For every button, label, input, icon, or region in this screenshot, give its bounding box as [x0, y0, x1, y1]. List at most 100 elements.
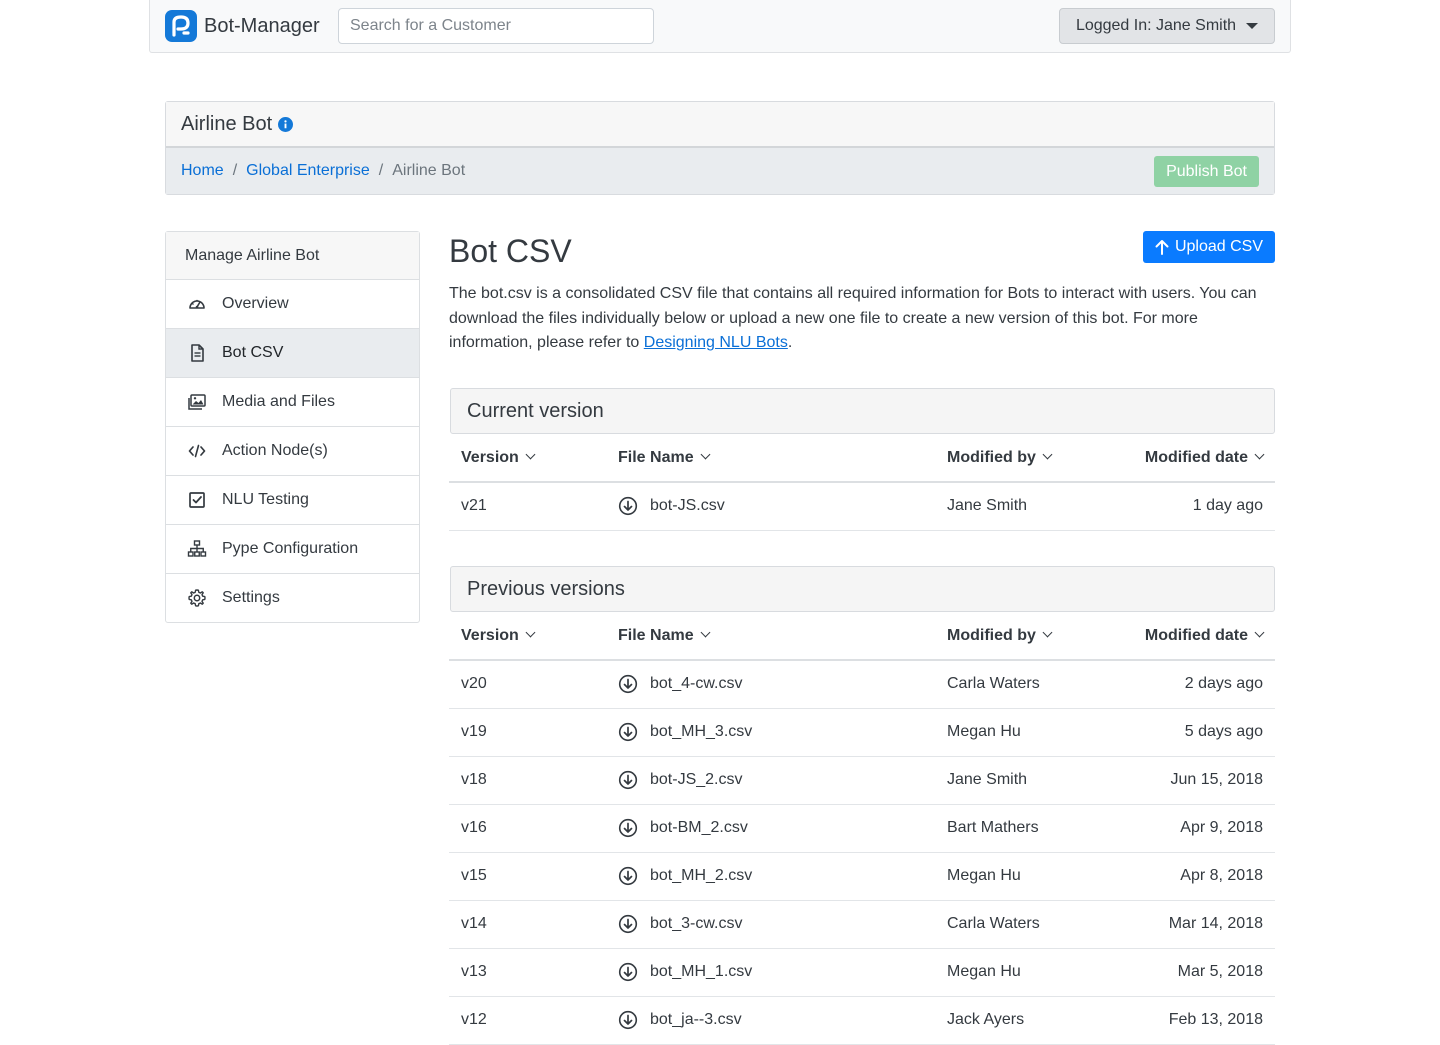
download-icon[interactable]: [618, 962, 638, 982]
file-name-link[interactable]: bot-JS_2.csv: [650, 771, 742, 789]
bot-header-card: Airline Bot Home / Global Enterprise / A…: [165, 101, 1275, 195]
table-row: v20 bot_4-cw.csv Carla Waters 2 days ago: [449, 660, 1275, 709]
sidebar-item-media-and-files[interactable]: Media and Files: [166, 378, 419, 427]
file-name-cell: bot_MH_3.csv: [606, 708, 935, 757]
chevron-down-icon: [525, 627, 536, 638]
version-cell: v15: [449, 852, 606, 901]
table-row: v18 bot-JS_2.csv Jane Smith Jun 15, 2018: [449, 756, 1275, 805]
modified-date-cell: Apr 8, 2018: [1125, 852, 1275, 901]
bot-manager-logo-icon: [165, 10, 197, 42]
previous-versions-table: Version File Name Modified by Modified d…: [449, 613, 1275, 1045]
version-cell: v21: [449, 482, 606, 531]
sidebar-item-label: Action Node(s): [222, 442, 328, 459]
breadcrumb-current: Airline Bot: [392, 162, 466, 179]
modified-by-cell: Carla Waters: [935, 900, 1125, 949]
current-version-heading: Current version: [450, 388, 1275, 434]
gear-icon: [188, 589, 206, 607]
download-icon[interactable]: [618, 914, 638, 934]
file-name-cell: bot_MH_2.csv: [606, 852, 935, 901]
version-cell: v12: [449, 996, 606, 1045]
sidebar-item-label: NLU Testing: [222, 491, 309, 508]
sidebar-item-label: Media and Files: [222, 393, 335, 410]
column-header-file-name[interactable]: File Name: [606, 435, 935, 483]
table-row: v21 bot-JS.csv Jane Smith 1 day ago: [449, 482, 1275, 531]
file-name-link[interactable]: bot_4-cw.csv: [650, 675, 742, 693]
sitemap-icon: [187, 540, 207, 557]
breadcrumb-home[interactable]: Home: [181, 162, 224, 180]
download-icon[interactable]: [618, 674, 638, 694]
modified-by-cell: Megan Hu: [935, 708, 1125, 757]
sidebar-item-pype-configuration[interactable]: Pype Configuration: [166, 525, 419, 574]
version-cell: v18: [449, 756, 606, 805]
column-header-modified-by[interactable]: Modified by: [935, 613, 1125, 661]
download-icon[interactable]: [618, 866, 638, 886]
caret-down-icon: [1246, 23, 1259, 29]
arrow-up-icon: [1155, 240, 1169, 255]
column-header-version[interactable]: Version: [449, 435, 606, 483]
download-icon[interactable]: [618, 818, 638, 838]
column-header-modified-date[interactable]: Modified date: [1125, 435, 1275, 483]
file-name-link[interactable]: bot_MH_2.csv: [650, 867, 752, 885]
table-row: v15 bot_MH_2.csv Megan Hu Apr 8, 2018: [449, 852, 1275, 901]
version-cell: v19: [449, 708, 606, 757]
file-name-link[interactable]: bot_MH_1.csv: [650, 963, 752, 981]
modified-by-cell: Jane Smith: [935, 482, 1125, 531]
sidebar-item-settings[interactable]: Settings: [166, 574, 419, 622]
table-row: v16 bot-BM_2.csv Bart Mathers Apr 9, 2018: [449, 804, 1275, 853]
user-menu-button[interactable]: Logged In: Jane Smith: [1059, 8, 1275, 44]
upload-csv-label: Upload CSV: [1174, 238, 1264, 255]
page-title: Bot CSV: [449, 233, 572, 269]
chevron-down-icon: [700, 627, 711, 638]
modified-date-cell: Mar 5, 2018: [1125, 948, 1275, 997]
file-name-cell: bot-JS.csv: [606, 482, 935, 531]
customer-search-input[interactable]: [338, 8, 654, 44]
modified-by-cell: Carla Waters: [935, 660, 1125, 709]
document-icon: [191, 344, 204, 362]
sidebar-item-bot-csv[interactable]: Bot CSV: [166, 329, 419, 378]
sidebar-item-action-nodes[interactable]: Action Node(s): [166, 427, 419, 476]
version-cell: v16: [449, 804, 606, 853]
modified-by-cell: Jack Ayers: [935, 996, 1125, 1045]
download-icon[interactable]: [618, 770, 638, 790]
chevron-down-icon: [1042, 627, 1053, 638]
column-header-file-name[interactable]: File Name: [606, 613, 935, 661]
info-icon[interactable]: [278, 116, 294, 132]
file-name-link[interactable]: bot-JS.csv: [650, 497, 725, 515]
sidebar-item-nlu-testing[interactable]: NLU Testing: [166, 476, 419, 525]
description-end: .: [787, 334, 793, 351]
download-icon[interactable]: [618, 496, 638, 516]
download-icon[interactable]: [618, 1010, 638, 1030]
version-cell: v20: [449, 660, 606, 709]
file-name-link[interactable]: bot_MH_3.csv: [650, 723, 752, 741]
table-header-row: Version File Name Modified by Modified d…: [449, 613, 1275, 661]
current-version-table: Version File Name Modified by Modified d…: [449, 435, 1275, 531]
table-row: v12 bot_ja--3.csv Jack Ayers Feb 13, 2018: [449, 996, 1275, 1045]
column-header-modified-by[interactable]: Modified by: [935, 435, 1125, 483]
breadcrumb-separator: /: [378, 162, 384, 179]
breadcrumb-separator: /: [232, 162, 238, 179]
column-header-version[interactable]: Version: [449, 613, 606, 661]
table-row: v19 bot_MH_3.csv Megan Hu 5 days ago: [449, 708, 1275, 757]
publish-bot-button[interactable]: Publish Bot: [1154, 156, 1259, 187]
upload-csv-button[interactable]: Upload CSV: [1143, 231, 1275, 263]
file-name-link[interactable]: bot-BM_2.csv: [650, 819, 748, 837]
dashboard-icon: [189, 299, 205, 309]
page-description: The bot.csv is a consolidated CSV file t…: [449, 282, 1275, 356]
breadcrumb: Home / Global Enterprise / Airline Bot P…: [166, 148, 1274, 194]
designing-nlu-bots-link[interactable]: Designing NLU Bots: [644, 334, 788, 351]
bot-header-title-bar: Airline Bot: [166, 102, 1274, 148]
sidebar-item-overview[interactable]: Overview: [166, 280, 419, 329]
modified-date-cell: Apr 9, 2018: [1125, 804, 1275, 853]
file-name-link[interactable]: bot_3-cw.csv: [650, 915, 742, 933]
sidebar: Manage Airline Bot Overview Bot CSV Medi…: [165, 231, 420, 623]
sidebar-item-label: Pype Configuration: [222, 540, 359, 557]
breadcrumb-global-enterprise[interactable]: Global Enterprise: [246, 162, 370, 180]
download-icon[interactable]: [618, 722, 638, 742]
modified-date-cell: 2 days ago: [1125, 660, 1275, 709]
code-icon: [188, 444, 206, 458]
file-name-link[interactable]: bot_ja--3.csv: [650, 1011, 742, 1029]
column-header-modified-date[interactable]: Modified date: [1125, 613, 1275, 661]
previous-versions-heading: Previous versions: [450, 566, 1275, 612]
brand[interactable]: Bot-Manager: [165, 10, 320, 42]
top-navbar: Bot-Manager Logged In: Jane Smith: [149, 0, 1291, 53]
